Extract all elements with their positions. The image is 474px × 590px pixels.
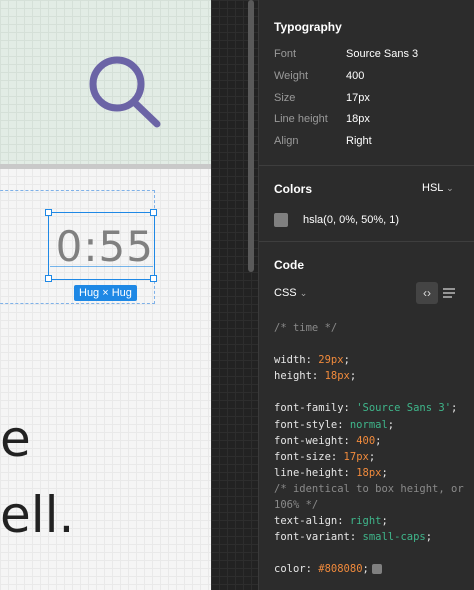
code-property: font-variant: xyxy=(274,531,363,544)
selection-box[interactable] xyxy=(48,212,155,280)
code-semicolon: ; xyxy=(425,531,433,544)
search-icon xyxy=(89,56,161,128)
line-height-value[interactable]: 18px xyxy=(346,113,370,125)
code-line: line-height: 18px; xyxy=(274,465,470,481)
font-value[interactable]: Source Sans 3 xyxy=(346,48,418,60)
code-property: width: xyxy=(274,354,319,367)
color-mode-select[interactable]: HSL ⌄ xyxy=(422,182,454,194)
code-semicolon: ; xyxy=(343,354,350,367)
code-line: height: 18px; xyxy=(274,368,470,384)
resize-handle-top-left[interactable] xyxy=(45,209,52,216)
code-view-button[interactable]: ‹› xyxy=(416,282,438,304)
resize-handle-bottom-right[interactable] xyxy=(150,275,157,282)
code-line: font-size: 17px; xyxy=(274,449,470,465)
code-value: 'Source Sans 3' xyxy=(356,402,452,415)
body-text-line-1: e xyxy=(0,410,31,468)
code-semicolon: ; xyxy=(451,402,458,415)
code-value: small-caps xyxy=(362,531,426,544)
code-semicolon: ; xyxy=(381,466,388,479)
code-line: font-variant: small-caps; xyxy=(274,529,470,545)
weight-label: Weight xyxy=(274,70,309,82)
code-line: /* time */ xyxy=(274,322,338,334)
code-value: 18px xyxy=(324,370,350,383)
resize-handle-bottom-left[interactable] xyxy=(45,275,52,282)
size-value[interactable]: 17px xyxy=(346,92,370,104)
code-property: color: xyxy=(274,563,319,576)
align-value[interactable]: Right xyxy=(346,135,372,147)
color-mode-label: HSL xyxy=(422,182,443,194)
header-frame-border xyxy=(0,164,211,169)
code-semicolon: ; xyxy=(381,515,388,528)
code-property: font-family: xyxy=(274,402,357,415)
code-line: text-align: right; xyxy=(274,513,470,529)
list-icon xyxy=(443,288,455,298)
code-line: /* identical to box height, or xyxy=(274,482,464,495)
code-value: #808080 xyxy=(318,563,363,576)
colors-title: Colors xyxy=(274,182,313,196)
code-property: text-align: xyxy=(274,515,350,528)
color-swatch[interactable] xyxy=(274,213,288,227)
code-language-select[interactable]: CSS ⌄ xyxy=(274,287,307,299)
list-view-button[interactable] xyxy=(438,282,460,304)
code-value: right xyxy=(349,515,382,528)
code-value: 400 xyxy=(356,434,376,447)
typography-title: Typography xyxy=(274,20,342,34)
font-label: Font xyxy=(274,48,297,60)
align-label: Align xyxy=(274,135,299,147)
code-brackets-icon: ‹› xyxy=(423,286,431,300)
canvas-scrollbar[interactable] xyxy=(248,0,254,272)
code-line: font-family: 'Source Sans 3'; xyxy=(274,400,470,416)
line-height-label: Line height xyxy=(274,113,328,125)
code-value: normal xyxy=(349,418,388,431)
code-value: 17px xyxy=(343,450,369,463)
chevron-down-icon: ⌄ xyxy=(299,288,308,298)
code-line: font-weight: 400; xyxy=(274,433,470,449)
code-property: height: xyxy=(274,370,325,383)
code-title: Code xyxy=(274,258,304,272)
code-semicolon: ; xyxy=(362,563,369,576)
code-semicolon: ; xyxy=(375,434,382,447)
inline-color-swatch xyxy=(371,564,382,575)
css-code-block[interactable]: /* time */ width: 29px; height: 18px; fo… xyxy=(274,320,470,578)
code-property: font-style: xyxy=(274,418,350,431)
code-semicolon: ; xyxy=(349,370,357,383)
code-value: 29px xyxy=(318,354,344,367)
chevron-down-icon: ⌄ xyxy=(446,183,454,193)
code-value: 18px xyxy=(356,466,382,479)
weight-value[interactable]: 400 xyxy=(346,70,364,82)
code-semicolon: ; xyxy=(368,450,376,463)
code-line: width: 29px; xyxy=(274,352,470,368)
code-line: 106% */ xyxy=(274,499,319,512)
code-property: line-height: xyxy=(274,466,357,479)
color-value[interactable]: hsla(0, 0%, 50%, 1) xyxy=(303,214,399,226)
hug-size-badge: Hug × Hug xyxy=(74,285,137,301)
code-line: color: #808080; xyxy=(274,561,470,577)
size-label: Size xyxy=(274,92,296,104)
inspector-panel: Typography Font Source Sans 3 Weight 400… xyxy=(258,0,474,590)
code-language-label: CSS xyxy=(274,287,297,299)
code-property: font-size: xyxy=(274,450,344,463)
code-line: font-style: normal; xyxy=(274,417,470,433)
resize-handle-top-right[interactable] xyxy=(150,209,157,216)
code-property: font-weight: xyxy=(274,434,357,447)
design-canvas[interactable]: 0:55 Hug × Hug e ell. xyxy=(0,0,211,590)
divider xyxy=(259,165,474,166)
code-semicolon: ; xyxy=(387,418,395,431)
divider xyxy=(259,241,474,242)
body-text-line-2: ell. xyxy=(0,486,75,544)
